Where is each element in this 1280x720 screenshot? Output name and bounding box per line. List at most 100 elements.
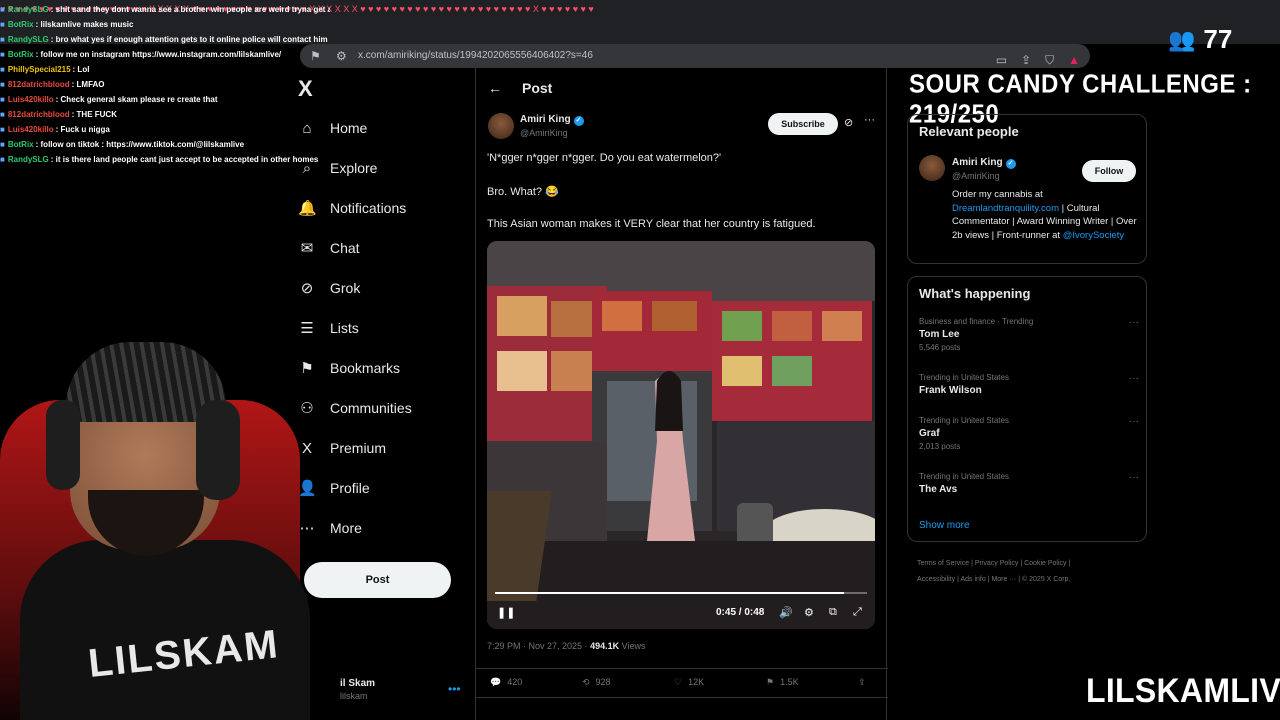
address-bar[interactable]: ⚑ ⚙ x.com/amiriking/status/1994202065556… <box>300 44 1090 68</box>
follow-button[interactable]: Follow <box>1082 160 1136 182</box>
account-switcher[interactable]: il Skam lilskam <box>340 678 375 701</box>
settings-icon[interactable]: ⚙ <box>804 606 814 619</box>
relevant-person[interactable]: Amiri King ✓ @AmiriKing <box>952 157 1016 181</box>
chat-badge-icon: ■ <box>0 95 5 104</box>
share-button[interactable]: ⇪ <box>858 677 866 688</box>
trend-item[interactable]: Trending in United States Frank Wilson ··· <box>919 373 1139 396</box>
bio-link-2[interactable]: @IvorySociety <box>1063 230 1124 241</box>
tweet-text-line1: 'N*gger n*gger n*gger. Do you eat waterm… <box>487 152 722 164</box>
video-player[interactable]: ❚❚ 0:45 / 0:48 🔊 ⚙ ⧉ ⤢ <box>487 241 875 629</box>
chat-text: : lilskamlive makes music <box>35 20 134 29</box>
volume-icon[interactable]: 🔊 <box>779 606 793 619</box>
author-block[interactable]: Amiri King ✓ @AmiriKing <box>520 114 584 138</box>
post-column: ← Post Amiri King ✓ @AmiriKing Subscribe … <box>475 68 888 720</box>
trend-more-icon[interactable]: ··· <box>1129 472 1139 483</box>
nav-item-grok[interactable]: ⊘ Grok <box>298 270 361 306</box>
bookmark-button[interactable]: ⚑ 1.5K <box>766 677 799 688</box>
site-info-icon[interactable]: ⚙ <box>336 48 352 64</box>
chat-badge-icon: ■ <box>0 35 5 44</box>
nav-label: Chat <box>330 240 360 256</box>
repost-button[interactable]: ⟲ 928 <box>582 677 611 688</box>
more-options-icon[interactable]: ··· <box>864 114 875 126</box>
headset-left <box>46 400 80 490</box>
video-frame <box>487 241 875 629</box>
trend-more-icon[interactable]: ··· <box>1129 373 1139 384</box>
relevant-name: Amiri King <box>952 157 1003 168</box>
account-more-icon[interactable]: ••• <box>448 682 461 696</box>
trend-name: Tom Lee <box>919 329 960 340</box>
relevant-people-card: Relevant people Amiri King ✓ @AmiriKing F… <box>907 114 1147 264</box>
nav-label: Notifications <box>330 200 407 216</box>
like-button[interactable]: ♡ 12K <box>674 677 704 688</box>
lists-icon: ☰ <box>300 320 314 337</box>
heart-icon: ♡ <box>674 677 683 687</box>
reply-count: 420 <box>507 677 523 687</box>
fullscreen-icon[interactable]: ⤢ <box>853 606 862 619</box>
viewer-count: 👥 77 <box>1168 24 1232 55</box>
author-avatar[interactable] <box>488 113 514 139</box>
post-button[interactable]: Post <box>304 562 451 598</box>
trend-more-icon[interactable]: ··· <box>1129 416 1139 427</box>
chat-text: : bro what yes if enough attention gets … <box>50 35 328 44</box>
chat-badge-icon: ■ <box>0 80 5 89</box>
bio-link-1[interactable]: Dreamlandtranquility.com <box>952 203 1059 214</box>
relevant-bio: Order my cannabis at Dreamlandtranquilit… <box>952 188 1140 242</box>
stream-chat: ■ RandySLG: shit sand they dont wanna see… <box>0 0 330 170</box>
chat-username: PhillySpecial215 <box>7 65 71 74</box>
chat-text: : Lol <box>72 65 90 74</box>
chat-badge-icon: ■ <box>0 140 5 149</box>
post-header-title: Post <box>522 80 553 96</box>
nav-item-notifications[interactable]: 🔔 Notifications <box>298 190 406 226</box>
chat-username: Luis420killo <box>7 125 54 134</box>
relevant-people-title: Relevant people <box>919 124 1019 139</box>
subscribe-button[interactable]: Subscribe <box>768 113 838 135</box>
nav-label: Communities <box>330 400 412 416</box>
trend-more-icon[interactable]: ··· <box>1129 317 1139 328</box>
post-timestamp[interactable]: 7:29 PM · Nov 27, 2025 · <box>487 641 588 651</box>
tweet-text-line2: Bro. What? 😂 <box>487 186 559 198</box>
chat-username: 812datrichblood <box>7 80 70 89</box>
chat-message: ■ RandySLG: bro what yes if enough attent… <box>0 32 330 47</box>
chat-text: : follow me on instagram https://www.ins… <box>35 50 282 59</box>
chat-badge-icon: ■ <box>0 50 5 59</box>
pause-icon[interactable]: ❚❚ <box>497 606 515 619</box>
footer-line-1[interactable]: Terms of Service | Privacy Policy | Cook… <box>917 556 1157 572</box>
relevant-avatar[interactable] <box>919 155 945 181</box>
chat-badge-icon: ■ <box>0 110 5 119</box>
nav-label: Premium <box>330 440 387 456</box>
reply-button[interactable]: 💬 420 <box>490 677 522 688</box>
pip-icon[interactable]: ⧉ <box>829 606 837 619</box>
chat-badge-icon: ■ <box>0 125 5 134</box>
video-time: 0:45 / 0:48 <box>716 607 765 618</box>
right-column: SOUR CANDY CHALLENGE : 219/250 Relevant … <box>887 68 1280 720</box>
show-more-link[interactable]: Show more <box>919 520 970 531</box>
chat-message: ■ 812datrichblood: LMFAO <box>0 77 330 92</box>
author-handle: @AmiriKing <box>520 128 568 138</box>
nav-label: Explore <box>330 160 378 176</box>
chat-text: : follow on tiktok : https://www.tiktok.… <box>35 140 245 149</box>
back-arrow-icon[interactable]: ← <box>488 80 502 96</box>
chat-badge-icon: ■ <box>0 20 5 29</box>
trend-item[interactable]: Business and finance · Trending Tom Lee 5,… <box>919 317 1139 352</box>
trend-item[interactable]: Trending in United States Graf 2,013 posts… <box>919 416 1139 451</box>
footer-line-2[interactable]: Accessibility | Ads info | More ··· | © … <box>917 572 1157 588</box>
trend-item[interactable]: Trending in United States The Avs ··· <box>919 472 1139 495</box>
relevant-handle: @AmiriKing <box>952 171 1000 181</box>
grok-icon[interactable]: ⊘ <box>844 116 853 129</box>
trend-post-count: 5,546 posts <box>919 343 961 352</box>
chat-message: ■ BotRix: follow on tiktok : https://www.… <box>0 137 330 152</box>
bookmark-icon: ⚑ <box>766 677 775 687</box>
chat-username: Luis420killo <box>7 95 54 104</box>
nav-item-chat[interactable]: ✉ Chat <box>298 230 360 266</box>
chat-badge-icon: ■ <box>0 155 5 164</box>
tweet-text-line3: This Asian woman makes it VERY clear tha… <box>487 218 816 230</box>
repost-count: 928 <box>595 677 611 687</box>
verified-badge-icon: ✓ <box>573 116 584 126</box>
chat-message: ■ Luis420killo: Fuck u nigga <box>0 122 330 137</box>
chat-message: ■ BotRix: lilskamlive makes music <box>0 17 330 32</box>
chat-message: ■ BotRix: follow me on instagram https://… <box>0 47 330 62</box>
verified-badge-icon: ✓ <box>1005 159 1016 169</box>
chat-message: ■ 812datrichblood: THE FUCK <box>0 107 330 122</box>
video-controls: ❚❚ 0:45 / 0:48 🔊 ⚙ ⧉ ⤢ <box>487 601 875 625</box>
video-progress-bar[interactable] <box>495 592 867 594</box>
